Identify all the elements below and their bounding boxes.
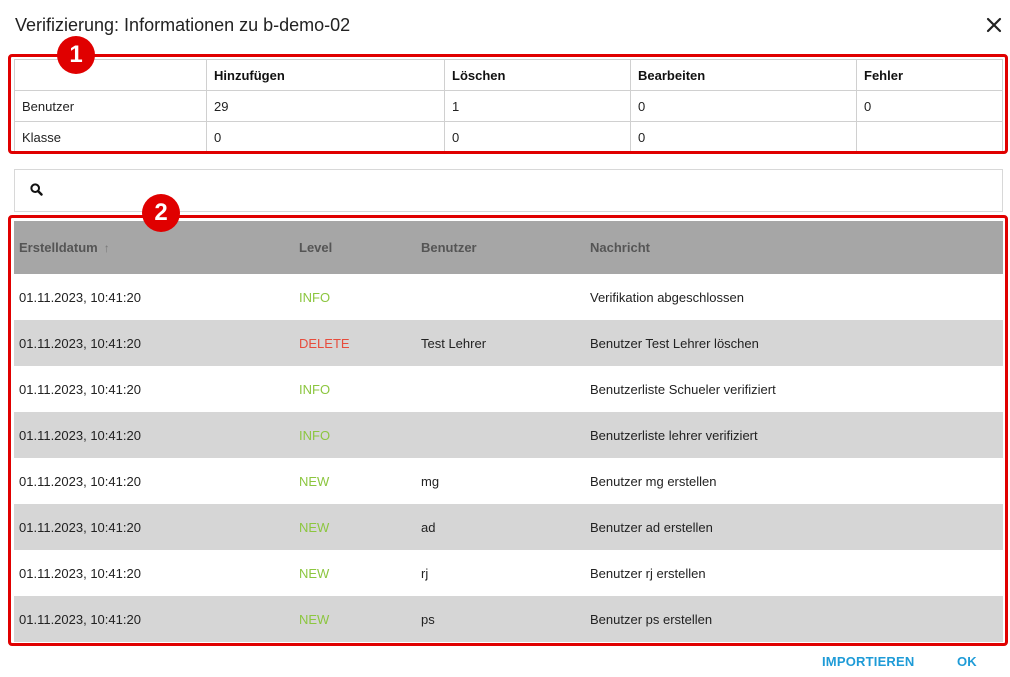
import-button[interactable]: IMPORTIEREN — [822, 654, 914, 669]
callout-badge-2: 2 — [142, 194, 180, 232]
verification-dialog: Verifizierung: Informationen zu b-demo-0… — [0, 0, 1010, 677]
ok-button[interactable]: OK — [957, 654, 977, 669]
search-input[interactable] — [57, 178, 981, 204]
callout-box-1 — [8, 54, 1008, 154]
search-icon — [30, 183, 43, 201]
callout-box-2 — [8, 215, 1008, 646]
dialog-title: Verifizierung: Informationen zu b-demo-0… — [15, 15, 351, 35]
close-icon[interactable] — [984, 15, 1004, 35]
callout-badge-1: 1 — [57, 36, 95, 74]
